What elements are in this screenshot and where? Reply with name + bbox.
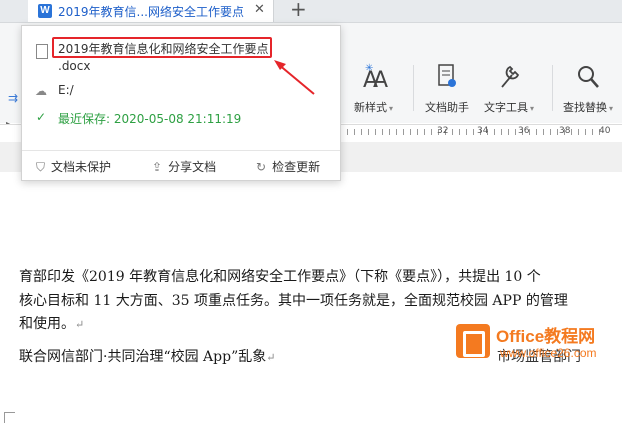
share-doc-label: 分享文档: [168, 160, 217, 174]
new-style-label: 新样式: [354, 101, 387, 114]
cloud-icon: ☁: [35, 84, 47, 98]
doc-text: 核心目标和 11 大方面、35 项重点任务。其中一项任务就是，全面规范校园 AP…: [19, 293, 568, 309]
new-tab-button[interactable]: +: [290, 0, 307, 21]
file-extension: .docx: [58, 59, 91, 73]
svg-text:✳: ✳: [365, 63, 373, 74]
close-tab-icon[interactable]: ✕: [254, 2, 265, 17]
text-tools-caret-icon: ▾: [530, 104, 535, 113]
protect-doc-button[interactable]: ⛉ 文档未保护: [36, 158, 111, 175]
share-doc-button[interactable]: ⇪ 分享文档: [152, 158, 216, 175]
office-logo-icon: [456, 324, 490, 358]
ruler-number: 36: [518, 126, 530, 136]
doc-line-3: 和使用。↵: [19, 313, 84, 333]
doc-heading: 联合网信部门·共同治理“校园 App”乱象↵: [19, 346, 275, 366]
doc-helper-label: 文档助手: [425, 101, 469, 114]
popup-divider: [22, 150, 340, 151]
toolbar-divider: [413, 65, 414, 111]
doc-helper-button[interactable]: 文档助手: [425, 63, 469, 115]
paragraph-mark: ↵: [75, 318, 85, 331]
text-tools-label: 文字工具: [484, 101, 528, 114]
file-icon: [36, 44, 48, 59]
find-replace-button[interactable]: 查找替换 ▾: [563, 63, 613, 115]
ruler-number: 38: [559, 126, 571, 136]
find-replace-caret-icon: ▾: [609, 104, 614, 113]
doc-line-2: 核心目标和 11 大方面、35 项重点任务。其中一项任务就是，全面规范校园 AP…: [19, 290, 568, 310]
page-corner-mark: [4, 412, 15, 423]
svg-text:A: A: [373, 68, 388, 91]
ruler-number: 32: [437, 126, 449, 136]
check-update-button[interactable]: ↻ 检查更新: [256, 158, 320, 175]
check-icon: ✓: [36, 110, 47, 124]
tab-bar: W 2019年教育信...网络安全工作要点 ✕ +: [0, 0, 622, 23]
doc-text: 联合网信部门·共同治理“校园 App”乱象: [19, 349, 267, 365]
share-icon: ⇪: [152, 160, 163, 174]
paragraph-mark: ↵: [266, 351, 276, 364]
office-watermark: Office教程网 www.office26.com: [456, 320, 622, 370]
new-style-button[interactable]: A A ✳ 新样式 ▾: [354, 63, 393, 115]
doc-helper-icon: [438, 64, 456, 87]
find-replace-label: 查找替换: [563, 101, 607, 114]
watermark-title: Office教程网: [496, 327, 596, 346]
watermark-url: www.office26.com: [500, 346, 597, 360]
text-tools-button[interactable]: 文字工具 ▾: [484, 63, 534, 115]
highlight-annotation: [52, 37, 272, 58]
indent-icon[interactable]: ⇉: [8, 91, 18, 105]
search-icon: [578, 66, 599, 88]
wps-writer-icon: W: [38, 4, 52, 18]
refresh-icon: ↻: [256, 160, 267, 174]
red-arrow-annotation: [274, 60, 315, 95]
new-style-caret-icon: ▾: [389, 104, 394, 113]
check-update-label: 检查更新: [272, 160, 321, 174]
ruler-number: 40: [599, 126, 611, 136]
wrench-icon: [501, 65, 520, 88]
doc-text: 和使用。: [19, 316, 75, 332]
toolbar-divider: [552, 65, 553, 111]
ruler-number: 34: [477, 126, 489, 136]
doc-text: 育部印发《2019 年教育信息化和网络安全工作要点》（下称《要点》），共提出 1…: [19, 269, 541, 285]
file-path[interactable]: E:/: [58, 83, 74, 97]
shield-icon: ⛉: [36, 160, 46, 174]
protect-doc-label: 文档未保护: [51, 160, 112, 174]
tab-title[interactable]: 2019年教育信...网络安全工作要点: [58, 3, 244, 20]
save-status: 最近保存: 2020-05-08 21:11:19: [58, 112, 242, 126]
doc-line-1: 育部印发《2019 年教育信息化和网络安全工作要点》（下称《要点》），共提出 1…: [19, 266, 541, 286]
new-style-icon: A A ✳: [363, 63, 388, 91]
document-tab[interactable]: W 2019年教育信...网络安全工作要点 ✕: [28, 0, 274, 22]
